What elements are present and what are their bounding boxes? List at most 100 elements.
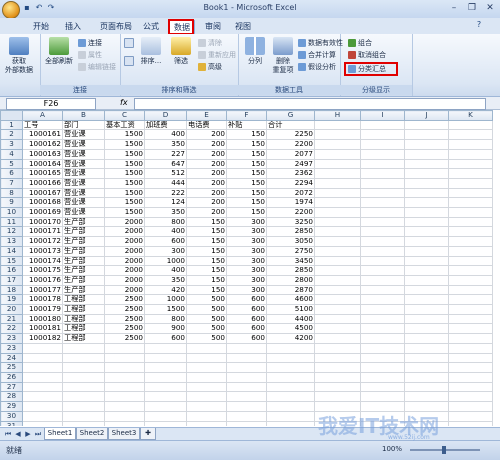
column-header-a[interactable]: A: [22, 110, 63, 121]
column-header-j[interactable]: J: [404, 110, 449, 121]
cell[interactable]: 2362: [266, 168, 315, 179]
cell[interactable]: 营业课: [62, 139, 105, 150]
cell[interactable]: 150: [226, 197, 267, 209]
cell[interactable]: [404, 207, 449, 218]
remove-duplicates-button[interactable]: 删除 重复项: [268, 37, 298, 75]
row-header[interactable]: 1: [0, 119, 23, 131]
cell[interactable]: 2500: [104, 294, 145, 306]
cell[interactable]: 工程部: [62, 323, 105, 335]
cell[interactable]: 补贴: [226, 119, 267, 131]
row-header[interactable]: 29: [0, 401, 23, 412]
cell[interactable]: 1000165: [22, 168, 63, 179]
cell[interactable]: [448, 333, 493, 344]
row-header[interactable]: 18: [0, 284, 23, 296]
cell[interactable]: 444: [144, 177, 187, 189]
cell[interactable]: [448, 207, 493, 218]
cell[interactable]: 200: [186, 177, 227, 189]
cell[interactable]: 150: [186, 265, 227, 276]
reapply-button[interactable]: 重新应用: [198, 50, 236, 60]
cell[interactable]: [314, 391, 361, 403]
cell[interactable]: [404, 236, 449, 247]
cell[interactable]: 1000181: [22, 323, 63, 335]
cell[interactable]: 生产部: [62, 245, 105, 257]
cell[interactable]: [404, 187, 449, 199]
cell[interactable]: [266, 352, 315, 364]
cell[interactable]: [404, 197, 449, 209]
cell[interactable]: 900: [144, 323, 187, 335]
cell[interactable]: 生产部: [62, 226, 105, 238]
cell[interactable]: 2000: [104, 226, 145, 238]
row-header[interactable]: 16: [0, 265, 23, 276]
cell[interactable]: 150: [226, 187, 267, 199]
cell[interactable]: 350: [144, 274, 187, 286]
cell[interactable]: [314, 216, 361, 228]
cell[interactable]: 4200: [266, 333, 315, 344]
cell[interactable]: 4500: [266, 323, 315, 335]
cell[interactable]: [104, 381, 145, 393]
cell[interactable]: 生产部: [62, 255, 105, 267]
cell[interactable]: [104, 362, 145, 373]
cell[interactable]: [448, 274, 493, 286]
cell[interactable]: 600: [226, 333, 267, 344]
close-button[interactable]: ✕: [482, 2, 498, 14]
cell[interactable]: [314, 255, 361, 267]
row-header[interactable]: 4: [0, 148, 23, 160]
cell[interactable]: [404, 265, 449, 276]
cell[interactable]: [314, 313, 361, 325]
cell[interactable]: 200: [186, 129, 227, 141]
cell[interactable]: 500: [186, 323, 227, 335]
cell[interactable]: [404, 333, 449, 344]
cell[interactable]: 2000: [104, 255, 145, 267]
cell[interactable]: [448, 226, 493, 238]
cell[interactable]: [22, 371, 63, 383]
cell[interactable]: 1500: [104, 197, 145, 209]
cell[interactable]: [314, 294, 361, 306]
cell[interactable]: 2850: [266, 226, 315, 238]
cell[interactable]: [360, 119, 405, 131]
cell[interactable]: 2500: [104, 304, 145, 315]
cell[interactable]: [404, 362, 449, 373]
data-validation-button[interactable]: 数据有效性: [298, 38, 343, 48]
cell[interactable]: [62, 362, 105, 373]
cell[interactable]: [448, 362, 493, 373]
name-box[interactable]: F26: [6, 98, 96, 110]
advanced-filter-button[interactable]: 高级: [198, 62, 222, 72]
cell[interactable]: 2500: [104, 323, 145, 335]
cell[interactable]: 2000: [104, 265, 145, 276]
cell[interactable]: [360, 197, 405, 209]
cell[interactable]: [314, 381, 361, 393]
cell[interactable]: [360, 177, 405, 189]
cell[interactable]: 营业课: [62, 168, 105, 179]
cell[interactable]: [144, 420, 187, 426]
cell[interactable]: [360, 207, 405, 218]
cell[interactable]: [314, 177, 361, 189]
cell[interactable]: 营业课: [62, 197, 105, 209]
cell[interactable]: [448, 168, 493, 179]
row-header[interactable]: 21: [0, 313, 23, 325]
cell[interactable]: [314, 333, 361, 344]
cell[interactable]: [448, 158, 493, 170]
cell[interactable]: [144, 342, 187, 354]
row-header[interactable]: 27: [0, 381, 23, 393]
cell[interactable]: 350: [144, 139, 187, 150]
sort-button[interactable]: 排序...: [136, 37, 166, 66]
cell[interactable]: 2250: [266, 129, 315, 141]
cell[interactable]: [144, 352, 187, 364]
cell[interactable]: 4600: [266, 294, 315, 306]
cell[interactable]: [448, 139, 493, 150]
cell[interactable]: 150: [226, 158, 267, 170]
next-sheet-icon[interactable]: ▶: [24, 429, 32, 439]
ungroup-button[interactable]: 取消组合: [348, 50, 386, 60]
row-header[interactable]: 23: [0, 333, 23, 344]
cell[interactable]: 200: [186, 148, 227, 160]
row-header[interactable]: 25: [0, 362, 23, 373]
cell[interactable]: [144, 381, 187, 393]
cell[interactable]: [360, 168, 405, 179]
cell[interactable]: [314, 168, 361, 179]
row-header[interactable]: 3: [0, 139, 23, 150]
prev-sheet-icon[interactable]: ◀: [14, 429, 22, 439]
cell[interactable]: [104, 401, 145, 412]
cell[interactable]: [104, 410, 145, 422]
cell[interactable]: 3250: [266, 216, 315, 228]
cell[interactable]: [448, 352, 493, 364]
